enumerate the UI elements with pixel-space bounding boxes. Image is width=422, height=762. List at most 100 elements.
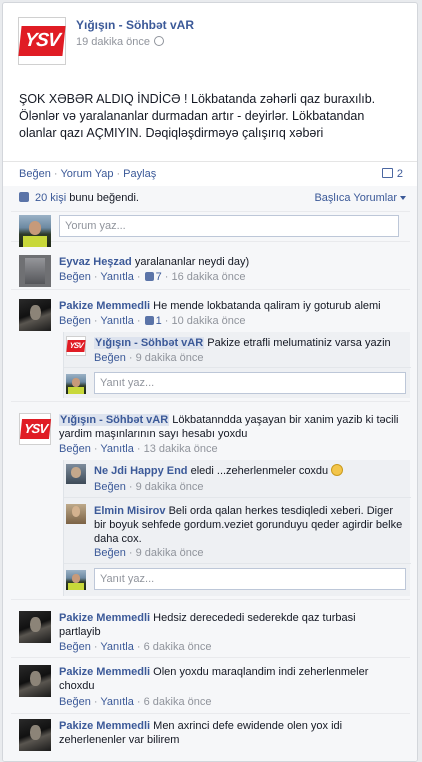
comment-time[interactable]: 10 dakika önce [172,315,246,327]
reply-meta: Beğen · 9 dakika önce [94,547,204,559]
reply-text: Pakize etrafli melumatiniz varsa yazin [207,337,391,349]
thumbs-up-icon [19,192,29,202]
comment-body: Pakize Memmedli Men axrinci defe ewidend… [59,719,389,747]
like-link[interactable]: Beğen [59,696,91,708]
reply-author[interactable]: Yığışın - Söhbət vAR [94,337,205,349]
post-time: 19 dakika önce [76,36,164,48]
comment-item: Pakize Memmedli He mende lokbatanda qali… [11,294,411,402]
comment-item: Pakize Memmedli Men axrinci defe ewidend… [11,714,410,761]
likes-row: 20 kişi bunu beğendi. Başlıca Yorumlar [11,186,410,212]
comment-time[interactable]: 6 dakika önce [144,641,212,653]
reply-link[interactable]: Yanıtla [100,315,133,327]
avatar[interactable] [19,255,51,287]
likes-count[interactable]: 20 kişi [35,192,66,204]
page-logo-text: YSV [18,26,66,56]
comment-body: Pakize Memmedli He mende lokbatanda qali… [59,299,399,313]
avatar[interactable] [19,611,51,643]
avatar-logo-text: YSV [19,419,51,439]
comment-author[interactable]: Pakize Memmedli [59,612,150,624]
feedback-section: 20 kişi bunu beğendi. Başlıca Yorumlar Y… [3,186,417,761]
reply-author[interactable]: Elmin Misirov [94,505,166,517]
comment-like-count[interactable]: 1 [144,315,162,327]
page-logo[interactable]: YSV [18,17,66,65]
comment-input[interactable]: Yorum yaz... [59,215,399,237]
comment-time[interactable]: 6 dakika önce [144,696,212,708]
comment-item: Pakize Memmedli Hedsiz derecededi sedere… [11,606,410,658]
comment-meta: Beğen · Yanıtla · 13 dakika önce [59,443,218,455]
avatar[interactable] [19,665,51,697]
comment-author[interactable]: Pakize Memmedli [59,300,150,312]
like-link[interactable]: Beğen [59,443,91,455]
comment-button[interactable]: Yorum Yap [60,168,113,180]
reply-link[interactable]: Yanıtla [100,443,133,455]
comment-like-count[interactable]: 7 [144,271,162,283]
comment-meta: Beğen · Yanıtla · 1 · 10 dakika önce [59,315,246,327]
likes-suffix: bunu beğendi. [66,192,139,204]
comment-icon [381,168,393,178]
reply-input[interactable]: Yanıt yaz... [94,568,406,590]
reply-time[interactable]: 9 dakika önce [136,547,204,559]
reply-item: YSV Yığışın - Söhbət vAR Pakize etrafli … [64,332,411,368]
reply-thread: YSV Yığışın - Söhbət vAR Pakize etrafli … [63,332,411,398]
comment-count[interactable]: 2 [381,168,403,180]
comment-body: Yığışın - Söhbət vAR Lökbatanndda yaşaya… [59,413,399,441]
comment-item: Eyvaz Heşzad yaralananlar neydi day) Beğ… [11,250,410,290]
avatar[interactable]: YSV [66,336,86,356]
reply-item: Elmin Misirov Beli orda qalan herkes tes… [64,500,411,564]
smiley-icon [331,464,344,476]
comment-body: Pakize Memmedli Olen yoxdu maraqlandim i… [59,665,389,693]
comment-time[interactable]: 16 dakika önce [172,271,246,283]
avatar[interactable]: YSV [19,413,51,445]
reply-item: Ne Jdi Happy End eledi ...zeherlenmeler … [64,460,411,498]
avatar[interactable] [66,374,86,394]
comment-body: Pakize Memmedli Hedsiz derecededi sedere… [59,611,389,639]
like-link[interactable]: Beğen [59,641,91,653]
like-link[interactable]: Beğen [94,481,126,493]
avatar[interactable] [19,215,51,247]
post-author[interactable]: Yığışın - Söhbət vAR [76,18,194,32]
post-text: ŞOK XƏBƏR ALDIQ İNDİCƏ ! Lökbatanda zəhə… [19,92,376,140]
like-link[interactable]: Beğen [94,352,126,364]
comment-like-value: 7 [155,271,162,283]
avatar[interactable] [66,504,86,524]
comment-author[interactable]: Pakize Memmedli [59,666,150,678]
avatar[interactable] [66,570,86,590]
share-button[interactable]: Paylaş [123,168,156,180]
avatar[interactable] [19,299,51,331]
reply-time[interactable]: 9 dakika önce [136,352,204,364]
thumbs-up-icon [144,316,154,325]
avatar[interactable] [19,719,51,751]
comment-sort-dropdown[interactable]: Başlıca Yorumlar [314,192,406,204]
reply-author[interactable]: Ne Jdi Happy End [94,465,188,477]
avatar-logo-text: YSV [66,340,86,352]
like-link[interactable]: Beğen [59,271,91,283]
comment-count-value: 2 [396,168,403,180]
like-link[interactable]: Beğen [59,315,91,327]
post-time-text[interactable]: 19 dakika önce [76,36,150,48]
like-link[interactable]: Beğen [94,547,126,559]
reply-link[interactable]: Yanıtla [100,641,133,653]
reply-body: Ne Jdi Happy End eledi ...zeherlenmeler … [94,464,404,478]
reply-body: Elmin Misirov Beli orda qalan herkes tes… [94,504,406,546]
comment-body: Eyvaz Heşzad yaralananlar neydi day) [59,255,399,269]
comment-meta: Beğen · Yanıtla · 6 dakika önce [59,696,212,708]
like-button[interactable]: Beğen [19,168,51,180]
reply-link[interactable]: Yanıtla [100,271,133,283]
post-actions: Beğen · Yorum Yap · Paylaş 2 [3,161,417,185]
comment-text: He mende lokbatanda qaliram iy goturub a… [153,300,381,312]
chevron-down-icon [400,196,406,200]
reply-link[interactable]: Yanıtla [100,696,133,708]
comment-time[interactable]: 13 dakika önce [144,443,218,455]
reply-meta: Beğen · 9 dakika önce [94,352,204,364]
comment-author[interactable]: Eyvaz Heşzad [59,256,132,268]
reply-meta: Beğen · 9 dakika önce [94,481,204,493]
comment-meta: Beğen · Yanıtla · 6 dakika önce [59,641,212,653]
reply-input[interactable]: Yanıt yaz... [94,372,406,394]
reply-time[interactable]: 9 dakika önce [136,481,204,493]
comment-sort-label: Başlıca Yorumlar [314,192,397,204]
comment-author[interactable]: Yığışın - Söhbət vAR [59,414,170,426]
thumbs-up-icon [144,272,154,281]
avatar[interactable] [66,464,86,484]
comment-author[interactable]: Pakize Memmedli [59,720,150,732]
reply-text: eledi ...zeherlenmeler coxdu [190,465,329,477]
